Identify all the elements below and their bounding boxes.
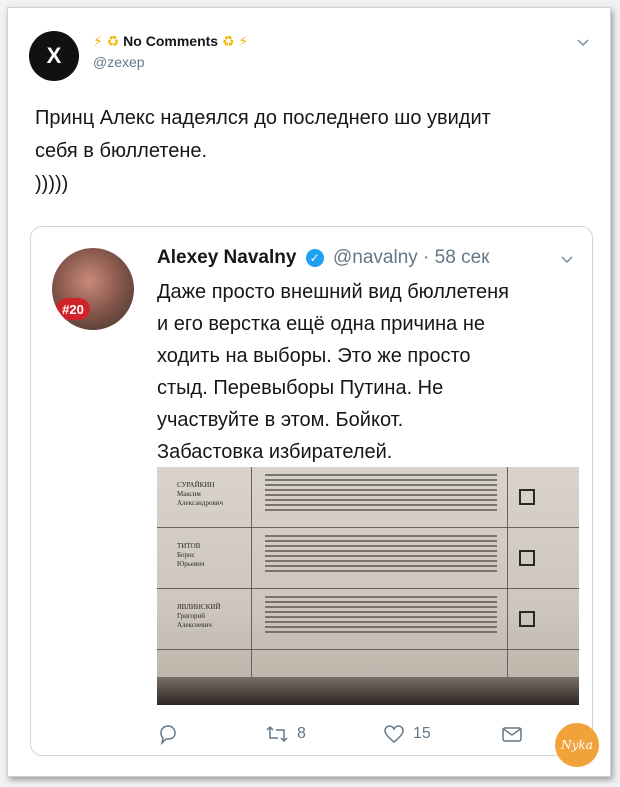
watermark-text: Nyka	[561, 738, 593, 752]
like-count: 15	[413, 725, 431, 742]
direct-message-button[interactable]	[501, 723, 523, 745]
author-suffix-emoji: ♻ ⚡	[221, 33, 249, 49]
quoted-author-avatar[interactable]: #20	[52, 248, 134, 330]
chevron-down-icon[interactable]	[576, 36, 590, 50]
quoted-text-line: стыд. Перевыборы Путина. Не	[157, 377, 444, 399]
author-name: No Comments	[123, 33, 219, 49]
tweet-text-line: )))))	[35, 173, 69, 195]
watermark-logo: Nyka	[555, 723, 599, 767]
quoted-header: Alexey Navalny ✓ @navalny · 58 сек	[157, 247, 489, 269]
ballot-photo[interactable]: СУРАЙКИН Максим Александрович ТИТОВ Бори…	[157, 467, 579, 705]
candidate-name: Максим	[177, 490, 201, 498]
avatar-badge: #20	[56, 298, 90, 320]
reply-icon	[160, 725, 176, 745]
ballot-row: ЯВЛИНСКИЙ Григорий Алексеевич	[157, 589, 579, 650]
ballot-row: ТИТОВ Борис Юрьевич	[157, 528, 579, 589]
ballot-candidate: СУРАЙКИН Максим Александрович	[177, 481, 247, 508]
quoted-tweet[interactable]: #20 Alexey Navalny ✓ @navalny · 58 сек Д…	[30, 226, 593, 756]
quoted-author-name[interactable]: Alexey Navalny	[157, 247, 296, 268]
quoted-author-handle[interactable]: @navalny	[333, 247, 418, 268]
tweet-text-line: себя в бюллетене.	[35, 140, 208, 162]
like-button[interactable]: 15	[383, 723, 431, 745]
candidate-name: Григорий	[177, 612, 206, 620]
author-prefix-emoji: ⚡ ♻	[93, 33, 120, 49]
quoted-text-line: Забастовка избирателей.	[157, 441, 393, 463]
chevron-down-icon[interactable]	[560, 253, 574, 267]
ballot-candidate: ЯВЛИНСКИЙ Григорий Алексеевич	[177, 603, 247, 630]
author-name-line[interactable]: ⚡ ♻ No Comments ♻ ⚡	[93, 33, 248, 50]
retweet-count: 8	[297, 725, 306, 742]
avatar-letter: X	[46, 43, 62, 68]
author-avatar[interactable]: X	[29, 31, 79, 81]
quoted-text-line: Даже просто внешний вид бюллетеня	[157, 281, 509, 303]
ballot-checkbox	[519, 489, 535, 505]
author-block: ⚡ ♻ No Comments ♻ ⚡ @zexep	[93, 33, 248, 70]
tweet-actions: 8 15	[157, 723, 537, 747]
heart-icon	[384, 725, 404, 743]
candidate-description	[265, 532, 497, 582]
ballot-row: СУРАЙКИН Максим Александрович	[157, 467, 579, 528]
candidate-patronymic: Александрович	[177, 499, 224, 507]
candidate-description	[265, 593, 497, 643]
envelope-icon	[502, 727, 522, 742]
candidate-surname: ТИТОВ	[177, 542, 201, 550]
tweet-text: Принц Алекс надеялся до последнего шо ув…	[35, 102, 585, 201]
author-handle[interactable]: @zexep	[93, 54, 248, 70]
tweet-card: X ⚡ ♻ No Comments ♻ ⚡ @zexep Принц Алекс…	[7, 7, 611, 777]
candidate-patronymic: Алексеевич	[177, 621, 212, 629]
ballot-shadow	[157, 677, 579, 705]
candidate-surname: ЯВЛИНСКИЙ	[177, 603, 221, 611]
candidate-surname: СУРАЙКИН	[177, 481, 215, 489]
candidate-description	[265, 471, 497, 521]
retweet-icon	[266, 725, 288, 743]
retweet-button[interactable]: 8	[265, 723, 306, 745]
candidate-name: Борис	[177, 551, 195, 559]
quoted-timestamp[interactable]: · 58 сек	[423, 247, 489, 268]
ballot-checkbox	[519, 611, 535, 627]
candidate-patronymic: Юрьевич	[177, 560, 205, 568]
reply-button[interactable]	[157, 723, 179, 745]
quoted-text-line: и его верстка ещё одна причина не	[157, 313, 486, 335]
verified-badge-icon: ✓	[305, 249, 324, 267]
quoted-text-line: участвуйте в этом. Бойкот.	[157, 409, 404, 431]
tweet-text-line: Принц Алекс надеялся до последнего шо ув…	[35, 107, 491, 129]
ballot-candidate: ТИТОВ Борис Юрьевич	[177, 542, 247, 569]
ballot-checkbox	[519, 550, 535, 566]
quoted-text: Даже просто внешний вид бюллетеня и его …	[157, 276, 577, 468]
quoted-text-line: ходить на выборы. Это же просто	[157, 345, 471, 367]
